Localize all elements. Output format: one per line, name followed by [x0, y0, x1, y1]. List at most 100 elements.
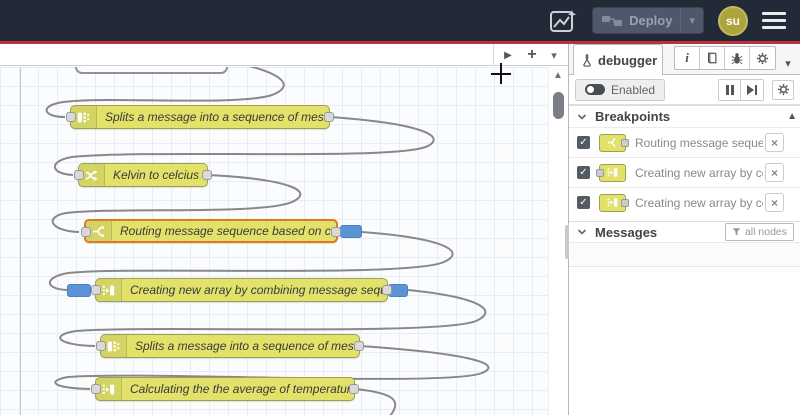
toggle-icon	[585, 84, 605, 95]
output-port[interactable]	[382, 285, 392, 295]
sidebar-tab-bar: debugger i ▾	[569, 44, 800, 75]
crosshair-cursor	[491, 73, 511, 75]
messages-filter-button[interactable]: all nodes	[724, 223, 794, 241]
menu-bar	[762, 12, 786, 15]
tab-debugger[interactable]: debugger	[573, 44, 663, 75]
switch-node-mini-icon	[599, 133, 629, 152]
step-icon	[747, 84, 757, 95]
node-red-app: Deploy ▾ su ▶ + ▾ Splits a message into …	[0, 0, 800, 415]
list-scroll-up-icon[interactable]: ▲	[787, 111, 797, 122]
remove-breakpoint-button[interactable]: ×	[765, 133, 784, 152]
user-avatar[interactable]: su	[718, 5, 748, 36]
config-tab-button[interactable]	[750, 47, 775, 69]
output-port	[621, 198, 629, 207]
enabled-label: Enabled	[611, 82, 656, 97]
node-switch-routing[interactable]: Routing message sequence based on condit…	[81, 219, 341, 243]
sidebar-splitter-handle[interactable]	[565, 225, 569, 259]
image-sparkle-icon	[550, 9, 577, 32]
help-tab-button[interactable]	[700, 47, 725, 69]
output-port	[621, 138, 629, 147]
deploy-label: Deploy	[629, 13, 673, 28]
scroll-up-arrow[interactable]: ▲	[553, 70, 563, 81]
section-title: Breakpoints	[595, 109, 671, 124]
breakpoint-label: Creating new array by combining message …	[635, 165, 763, 180]
flow-list-button[interactable]: ▾	[542, 44, 566, 66]
remove-breakpoint-button[interactable]: ×	[765, 163, 784, 182]
close-icon: ×	[770, 195, 778, 210]
output-port[interactable]	[354, 341, 364, 351]
remove-breakpoint-button[interactable]: ×	[765, 193, 784, 212]
wire	[354, 388, 397, 415]
input-port[interactable]	[91, 285, 101, 295]
deploy-caret-icon[interactable]: ▾	[681, 14, 703, 27]
add-flow-button[interactable]: +	[520, 44, 544, 66]
output-port[interactable]	[324, 112, 334, 122]
breakpoint-checkbox[interactable]: ✓	[577, 166, 590, 179]
info-tab-button[interactable]: i	[675, 47, 700, 69]
input-port[interactable]	[74, 170, 84, 180]
join-node-mini-icon	[599, 193, 629, 212]
node-split-2[interactable]: Splits a message into a sequence of mess…	[96, 334, 364, 358]
pause-button[interactable]	[719, 79, 741, 100]
breakpoint-marker-input[interactable]	[67, 284, 91, 297]
check-icon: ✓	[579, 137, 588, 148]
debugger-toolbar: Enabled	[569, 75, 800, 105]
funnel-icon	[732, 228, 741, 236]
main-menu-button[interactable]	[762, 12, 788, 29]
node-join-average[interactable]: Calculating the the average of temperatu…	[91, 377, 359, 401]
breakpoint-row[interactable]: ✓ Creating new array by combining messag…	[569, 157, 800, 187]
output-port[interactable]	[202, 170, 212, 180]
scrollbar-thumb[interactable]	[553, 92, 564, 119]
flask-icon	[583, 53, 591, 67]
breakpoint-label: Creating new array by combining message …	[635, 195, 763, 210]
output-port[interactable]	[331, 227, 341, 237]
flow-canvas-area: ▶ + ▾ Splits a message into a sequence o…	[0, 44, 568, 415]
section-title: Messages	[595, 224, 658, 240]
breakpoint-row[interactable]: ✓ Routing message sequence based on cond…	[569, 127, 800, 157]
filter-label: all nodes	[744, 226, 787, 238]
sidebar-tab-buttons: i	[674, 46, 776, 70]
output-port[interactable]	[349, 384, 359, 394]
menu-bar	[762, 26, 786, 29]
join-node-mini-icon	[596, 163, 626, 182]
check-icon: ✓	[579, 197, 588, 208]
sidebar-tabs-caret[interactable]: ▾	[776, 57, 800, 70]
bug-icon	[731, 52, 743, 64]
node-label: Kelvin to celcius	[113, 168, 200, 182]
gear-icon	[756, 52, 769, 64]
messages-section-header[interactable]: Messages all nodes	[569, 221, 800, 243]
breakpoints-section-header[interactable]: Breakpoints ▲	[569, 105, 800, 127]
tab-bar-divider	[493, 44, 494, 66]
node-label: Calculating the the average of temperatu…	[130, 382, 354, 396]
input-port[interactable]	[96, 341, 106, 351]
node-label: Creating new array by combining message …	[130, 283, 387, 297]
debugger-settings-button[interactable]	[772, 79, 794, 100]
node-change-kelvin[interactable]: Kelvin to celcius	[74, 163, 212, 187]
sidebar: debugger i ▾ Enabled Breakpoints ▲ ✓ Rou…	[568, 44, 800, 415]
breakpoint-row[interactable]: ✓ Creating new array by combining messag…	[569, 187, 800, 217]
deploy-button[interactable]: Deploy ▾	[592, 7, 704, 34]
check-icon: ✓	[579, 167, 588, 178]
node-join-array[interactable]: Creating new array by combining message …	[91, 278, 392, 302]
pause-icon	[725, 84, 734, 95]
offscreen-node-edge[interactable]	[75, 67, 228, 74]
input-port[interactable]	[66, 112, 76, 122]
input-port[interactable]	[81, 227, 91, 237]
info-icon: i	[685, 50, 689, 65]
flow-tab-bar: ▶ + ▾	[0, 44, 568, 66]
breakpoint-checkbox[interactable]: ✓	[577, 196, 590, 209]
chevron-down-icon	[577, 113, 587, 120]
debug-tab-button[interactable]	[725, 47, 750, 69]
node-label: Splits a message into a sequence of mess…	[135, 339, 359, 353]
node-label: Routing message sequence based on condit…	[120, 224, 336, 238]
export-image-button[interactable]	[548, 8, 578, 34]
breakpoint-marker-output[interactable]	[340, 225, 362, 238]
breakpoint-checkbox[interactable]: ✓	[577, 136, 590, 149]
debugger-enabled-toggle[interactable]: Enabled	[575, 78, 666, 101]
menu-bar	[762, 19, 786, 22]
input-port[interactable]	[91, 384, 101, 394]
node-split-1[interactable]: Splits a message into a sequence of mess…	[66, 105, 334, 129]
flow-canvas[interactable]: Splits a message into a sequence of mess…	[0, 67, 568, 415]
messages-empty-area	[569, 243, 800, 267]
step-button[interactable]	[741, 79, 763, 100]
